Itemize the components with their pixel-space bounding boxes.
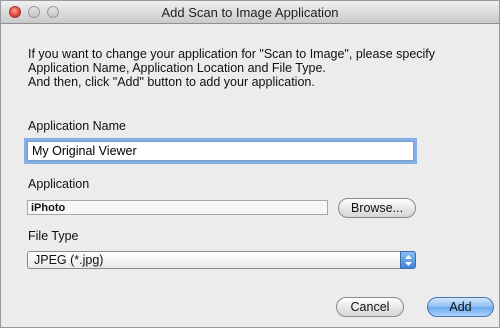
- application-name-field[interactable]: My Original Viewer: [27, 141, 414, 161]
- instruction-line-1: If you want to change your application f…: [28, 47, 436, 61]
- application-label: Application: [28, 177, 90, 191]
- instructions-text: If you want to change your application f…: [28, 47, 488, 89]
- instruction-line-2: Application Name, Application Location a…: [28, 61, 326, 75]
- select-arrows-icon: [400, 251, 416, 269]
- title-bar: Add Scan to Image Application: [1, 1, 499, 24]
- application-name-label: Application Name: [28, 119, 126, 133]
- add-application-dialog: Add Scan to Image Application If you wan…: [0, 0, 500, 328]
- file-type-select[interactable]: JPEG (*.jpg): [27, 251, 416, 269]
- file-type-label: File Type: [28, 229, 79, 243]
- browse-button[interactable]: Browse...: [338, 198, 416, 218]
- instruction-line-3: And then, click "Add" button to add your…: [28, 75, 315, 89]
- add-button[interactable]: Add: [427, 297, 494, 317]
- file-type-selected-value: JPEG (*.jpg): [34, 253, 104, 267]
- cancel-button[interactable]: Cancel: [336, 297, 404, 317]
- application-path-field: iPhoto: [27, 200, 328, 215]
- window-title: Add Scan to Image Application: [161, 5, 339, 20]
